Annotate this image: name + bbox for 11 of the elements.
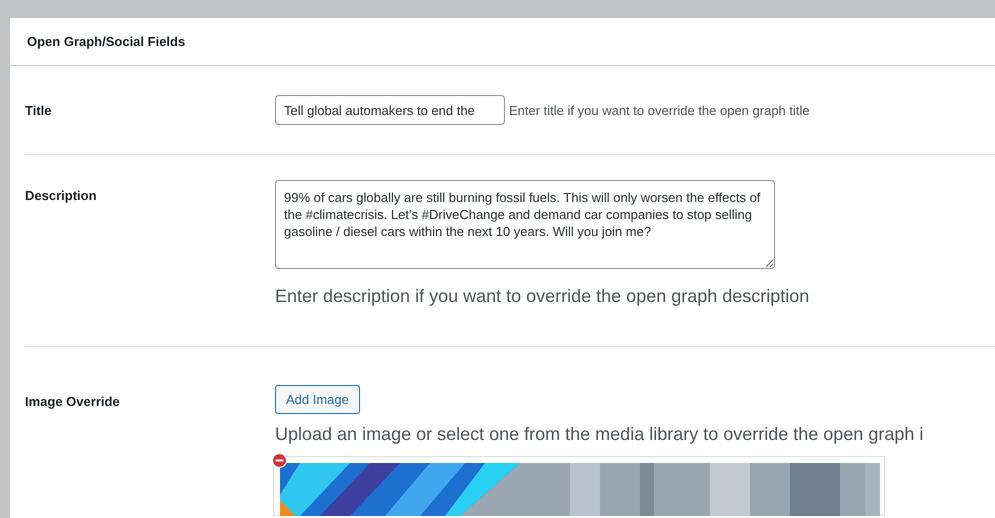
remove-icon[interactable] <box>272 453 287 468</box>
description-field[interactable]: 99% of cars globally are still burning fossil fuels. This will only worsen the effects of the #climatecrisis. Let’s #DriveChange and demand car companies to stop selling gasoline / diesel cars within the next 10 years. Will you join me? <box>275 180 775 269</box>
add-image-button[interactable]: Add Image <box>275 385 360 414</box>
field-hint: Enter description if you want to override the open graph description <box>275 286 810 307</box>
field-label: Title <box>25 102 52 118</box>
field-hint: Upload an image or select one from the media library to override the open graph i <box>275 424 924 445</box>
field-hint: Enter title if you want to override the open graph title <box>509 102 810 118</box>
title-field[interactable]: Tell global automakers to end the <box>275 95 505 125</box>
panel-title: Open Graph/Social Fields <box>27 34 186 49</box>
field-label: Description <box>25 188 97 203</box>
field-label: Image Override <box>25 394 120 409</box>
